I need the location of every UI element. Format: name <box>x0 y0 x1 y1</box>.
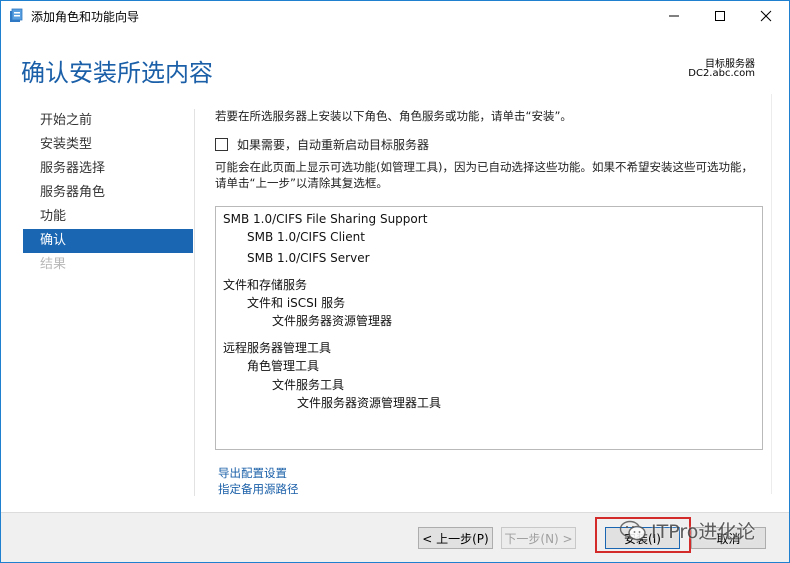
feature-item: 文件和 iSCSI 服务 <box>247 296 346 310</box>
nav-item-features[interactable]: 功能 <box>23 205 193 229</box>
close-icon <box>760 10 772 22</box>
feature-item: SMB 1.0/CIFS Server <box>247 251 370 265</box>
feature-item: 文件服务工具 <box>272 378 345 392</box>
minimize-icon <box>669 15 679 17</box>
maximize-icon <box>715 11 725 21</box>
alt-source-path-link[interactable]: 指定备用源路径 <box>218 481 299 497</box>
title-bar: 添加角色和功能向导 <box>1 1 789 31</box>
feature-item: SMB 1.0/CIFS Client <box>247 230 365 244</box>
nav-item-confirmation[interactable]: 确认 <box>23 229 193 253</box>
restart-checkbox-label[interactable]: 如果需要，自动重新启动目标服务器 <box>237 136 429 153</box>
nav-item-server-selection[interactable]: 服务器选择 <box>23 157 193 181</box>
nav-item-results: 结果 <box>40 257 67 272</box>
wizard-nav: 开始之前 安装类型 服务器选择 服务器角色 功能 确认 结果 <box>23 109 193 277</box>
watermark-text: ITPro进化论 <box>651 521 756 543</box>
next-button: 下一步(N) > <box>501 527 576 549</box>
feature-item: 文件服务器资源管理器 <box>272 314 393 328</box>
maximize-button[interactable] <box>697 1 743 31</box>
feature-item: 文件服务器资源管理器工具 <box>297 396 442 410</box>
feature-item: 角色管理工具 <box>247 359 320 373</box>
wechat-icon <box>619 520 646 540</box>
selected-features-list: SMB 1.0/CIFS File Sharing Support SMB 1.… <box>215 206 763 450</box>
optional-features-note: 可能会在此页面上显示可选功能(如管理工具)，因为已自动选择这些功能。如果不希望安… <box>215 160 753 190</box>
close-button[interactable] <box>743 1 789 31</box>
minimize-button[interactable] <box>651 1 697 31</box>
wizard-window: 添加角色和功能向导 确认安装所选内容 目标服务器 DC2.abc.com 开始之… <box>0 0 790 563</box>
nav-item-server-roles[interactable]: 服务器角色 <box>23 181 193 205</box>
window-title: 添加角色和功能向导 <box>31 10 140 24</box>
restart-checkbox[interactable] <box>215 138 228 151</box>
restart-option[interactable]: 如果需要，自动重新启动目标服务器 <box>215 136 429 153</box>
nav-item-before-you-begin[interactable]: 开始之前 <box>23 109 193 133</box>
nav-divider <box>194 109 195 496</box>
feature-item: SMB 1.0/CIFS File Sharing Support <box>223 212 428 226</box>
feature-item: 远程服务器管理工具 <box>223 341 332 355</box>
export-config-link[interactable]: 导出配置设置 <box>218 465 287 481</box>
watermark: ITPro进化论 <box>619 517 755 544</box>
page-title: 确认安装所选内容 <box>21 59 213 87</box>
target-server-value: DC2.abc.com <box>688 68 755 79</box>
instruction-text: 若要在所选服务器上安装以下角色、角色服务或功能，请单击“安装”。 <box>215 109 572 123</box>
server-manager-icon <box>9 8 25 24</box>
nav-item-installation-type[interactable]: 安装类型 <box>23 133 193 157</box>
feature-item: 文件和存储服务 <box>223 278 308 292</box>
previous-button[interactable]: < 上一步(P) <box>418 527 493 549</box>
right-scrollbar[interactable] <box>771 94 789 494</box>
